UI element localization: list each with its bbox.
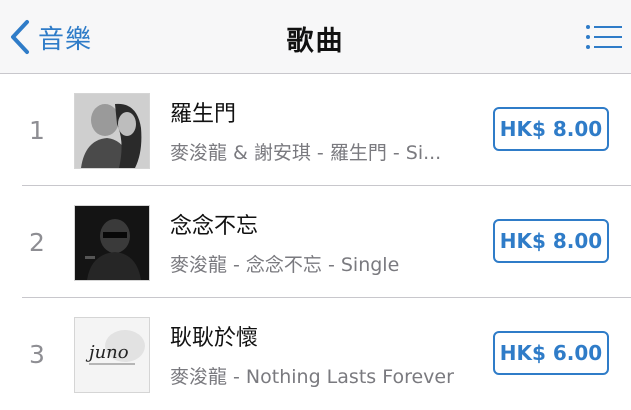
album-art-logo-text: juno [85, 342, 129, 363]
song-rank: 3 [29, 339, 45, 369]
song-row[interactable]: 2 念念不忘 麥浚龍 - 念念不忘 - Single HK$ 8.00 [0, 186, 631, 298]
song-title: 羅生門 [170, 102, 237, 127]
album-art: juno [74, 317, 150, 393]
album-art [74, 93, 150, 169]
song-row[interactable]: 3 juno 耿耿於懷 麥浚龍 - Nothing Lasts Forever … [0, 298, 631, 410]
song-subtitle: 麥浚龍 - 念念不忘 - Single [170, 254, 400, 276]
song-row[interactable]: 1 羅生門 麥浚龍 & 謝安琪 - 羅生門 - Si... HK$ 8.00 [0, 74, 631, 186]
song-rank: 2 [29, 227, 45, 257]
navigation-bar: 音樂 歌曲 [0, 0, 631, 74]
song-title: 耿耿於懷 [170, 326, 259, 351]
list-icon [586, 25, 622, 49]
page-title: 歌曲 [286, 26, 345, 57]
price-button[interactable]: HK$ 8.00 [493, 219, 609, 263]
album-art [74, 205, 150, 281]
song-title: 念念不忘 [170, 214, 259, 239]
song-subtitle: 麥浚龍 - Nothing Lasts Forever [170, 366, 454, 388]
song-rank: 1 [29, 115, 45, 145]
price-button[interactable]: HK$ 6.00 [493, 331, 609, 375]
song-subtitle: 麥浚龍 & 謝安琪 - 羅生門 - Si... [170, 142, 442, 164]
price-button[interactable]: HK$ 8.00 [493, 107, 609, 151]
list-menu-button[interactable] [585, 23, 623, 51]
